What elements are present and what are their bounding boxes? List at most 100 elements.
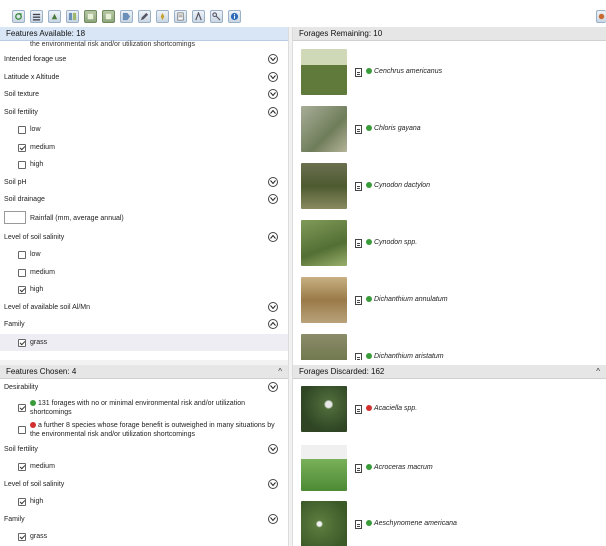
green-check-icon: [366, 464, 372, 470]
checkbox[interactable]: [18, 268, 26, 277]
factsheet-icon[interactable]: [355, 239, 362, 248]
collapse-icon[interactable]: [268, 231, 278, 242]
collapse-icon[interactable]: [268, 319, 278, 329]
chosen-desirability-further-species[interactable]: a further 8 species whose forage benefit…: [0, 419, 288, 441]
factsheet-icon[interactable]: [355, 68, 362, 77]
expand-icon[interactable]: [268, 176, 278, 187]
forage-thumbnail[interactable]: [301, 334, 347, 360]
feature-soil-drainage[interactable]: Soil drainage: [0, 191, 288, 209]
chosen-soil-salinity-high[interactable]: high: [0, 493, 288, 511]
factsheet-icon[interactable]: [355, 520, 362, 529]
feature-rainfall[interactable]: Rainfall (mm, average annual): [0, 209, 288, 229]
checkbox-checked[interactable]: [18, 338, 26, 347]
factsheet-icon[interactable]: [355, 182, 362, 191]
forage-item[interactable]: Cenchrus americanus: [293, 49, 603, 99]
feature-latitude-altitude[interactable]: Latitude x Altitude: [0, 69, 288, 87]
factsheet-icon[interactable]: [355, 296, 362, 305]
factsheet-icon[interactable]: [355, 353, 362, 360]
settings-button[interactable]: [596, 10, 606, 23]
checkbox[interactable]: [18, 126, 26, 134]
checkbox[interactable]: [18, 161, 26, 169]
feature-soil-salinity[interactable]: Level of soil salinity: [0, 229, 288, 247]
option-salinity-low[interactable]: low: [0, 246, 288, 264]
expand-icon[interactable]: [268, 71, 278, 82]
chosen-soil-fertility[interactable]: Soil fertility: [0, 441, 288, 459]
font-button[interactable]: [192, 10, 205, 23]
notes-button[interactable]: [174, 10, 187, 23]
forage-thumbnail[interactable]: [301, 49, 347, 95]
feature-family[interactable]: Family: [0, 316, 288, 334]
chosen-soil-fertility-medium[interactable]: medium: [0, 458, 288, 476]
forage-thumbnail[interactable]: [301, 501, 347, 546]
forage-thumbnail[interactable]: [301, 386, 347, 432]
pen-button[interactable]: [138, 10, 151, 23]
option-family-grass[interactable]: grass: [0, 333, 288, 351]
forage-thumbnail[interactable]: [301, 106, 347, 152]
checkbox-checked[interactable]: [18, 463, 26, 471]
forage-item[interactable]: Aeschynomene americana: [293, 501, 603, 546]
option-soil-fertility-low[interactable]: low: [0, 121, 288, 139]
collapse-panel-button[interactable]: ^: [278, 365, 282, 379]
forage-item[interactable]: Chloris gayana: [293, 106, 603, 156]
sort-button[interactable]: [48, 10, 61, 23]
feature-soil-al-mn[interactable]: Level of available soil Al/Mn: [0, 299, 288, 317]
feature-soil-texture[interactable]: Soil texture: [0, 86, 288, 104]
checkbox-checked[interactable]: [18, 403, 26, 412]
expand-icon[interactable]: [268, 301, 278, 312]
expand-icon[interactable]: [268, 478, 278, 489]
checkbox-checked[interactable]: [18, 143, 26, 152]
forage-item[interactable]: Acroceras macrum: [293, 445, 603, 495]
features-available-header: Features Available: 18: [0, 27, 288, 41]
rainfall-input[interactable]: [4, 210, 26, 224]
prune-button[interactable]: [84, 10, 97, 23]
help-button[interactable]: [228, 10, 241, 23]
feature-soil-fertility[interactable]: Soil fertility: [0, 104, 288, 122]
forage-thumbnail[interactable]: [301, 445, 347, 491]
red-warning-icon: [366, 405, 372, 411]
collapse-panel-button[interactable]: ^: [596, 365, 600, 379]
forage-thumbnail[interactable]: [301, 163, 347, 209]
chosen-family-grass[interactable]: grass: [0, 528, 288, 546]
checkbox[interactable]: [18, 425, 26, 434]
forage-item[interactable]: Dichanthium annulatum: [293, 277, 603, 327]
factsheet-icon[interactable]: [355, 125, 362, 134]
expand-icon[interactable]: [268, 382, 278, 392]
restart-button[interactable]: [12, 10, 25, 23]
factsheet-icon[interactable]: [355, 405, 362, 414]
checkbox[interactable]: [18, 251, 26, 259]
tag-button[interactable]: [120, 10, 133, 23]
option-salinity-medium[interactable]: medium: [0, 264, 288, 282]
feature-soil-ph[interactable]: Soil pH: [0, 174, 288, 192]
expand-icon[interactable]: [268, 194, 278, 204]
checkbox-checked[interactable]: [18, 286, 26, 294]
best-icon: [105, 13, 112, 20]
factsheet-icon[interactable]: [355, 464, 362, 473]
bookmark-button[interactable]: [156, 10, 169, 23]
collapse-icon[interactable]: [268, 106, 278, 117]
expand-icon[interactable]: [268, 513, 278, 524]
forage-item[interactable]: Cynodon dactylon: [293, 163, 603, 213]
expand-icon[interactable]: [268, 443, 278, 454]
expand-icon[interactable]: [268, 89, 278, 99]
forage-item[interactable]: Cynodon spp.: [293, 220, 603, 270]
checkbox-checked[interactable]: [18, 498, 26, 506]
chosen-family[interactable]: Family: [0, 511, 288, 529]
option-salinity-high[interactable]: high: [0, 281, 288, 299]
chosen-soil-salinity[interactable]: Level of soil salinity: [0, 476, 288, 494]
best-button[interactable]: [102, 10, 115, 23]
toolbar: [0, 0, 606, 27]
feature-intended-forage-use[interactable]: Intended forage use: [0, 51, 288, 69]
option-soil-fertility-medium[interactable]: medium: [0, 139, 288, 157]
forage-thumbnail[interactable]: [301, 277, 347, 323]
option-soil-fertility-high[interactable]: high: [0, 156, 288, 174]
key-button[interactable]: [210, 10, 223, 23]
chosen-desirability-minimal-risk[interactable]: 131 forages with no or minimal environme…: [0, 397, 288, 419]
forage-item[interactable]: Dichanthium aristatum: [293, 334, 603, 360]
chosen-desirability[interactable]: Desirability: [0, 379, 288, 397]
compare-button[interactable]: [66, 10, 79, 23]
expand-icon[interactable]: [268, 54, 278, 64]
list-view-button[interactable]: [30, 10, 43, 23]
forage-item[interactable]: Acaciella spp.: [293, 386, 603, 436]
checkbox-checked[interactable]: [18, 533, 26, 541]
forage-thumbnail[interactable]: [301, 220, 347, 266]
